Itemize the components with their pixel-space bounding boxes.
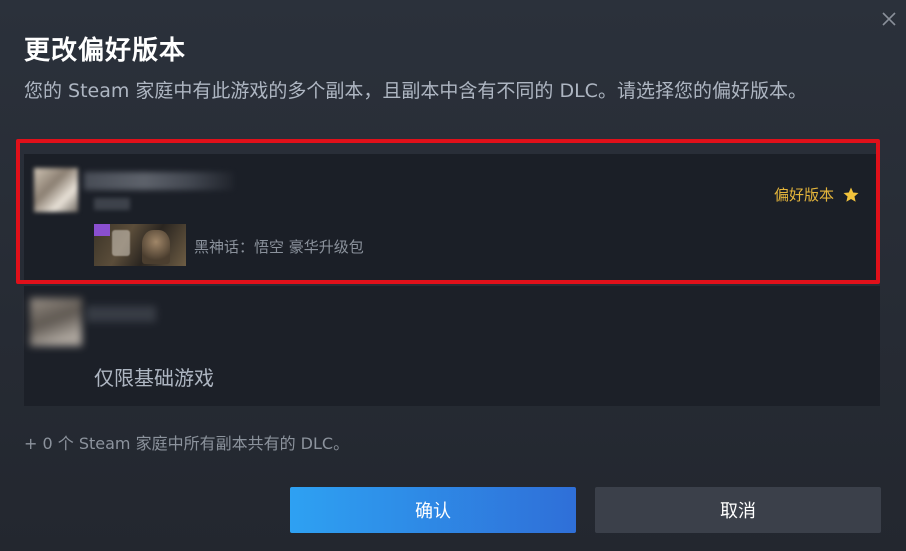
owner-name-redacted [84, 172, 234, 190]
dlc-name: 黑神话：悟空 豪华升级包 [194, 238, 364, 256]
change-preferred-version-dialog: 更改偏好版本 您的 Steam 家庭中有此游戏的多个副本，且副本中含有不同的 D… [0, 0, 906, 551]
preferred-version-label: 偏好版本 [773, 186, 834, 204]
preferred-version-badge: 偏好版本 [774, 184, 860, 205]
version-option-deluxe[interactable]: 偏好版本 黑神话：悟空 豪华升级包 [24, 154, 880, 282]
owner-avatar [34, 168, 78, 212]
owner-avatar [30, 298, 82, 346]
dlc-thumbnail [94, 224, 186, 266]
cancel-button[interactable]: 取消 [595, 487, 881, 533]
base-game-only-label: 仅限基础游戏 [94, 366, 214, 390]
owner-name-redacted [86, 306, 156, 322]
confirm-button[interactable]: 确认 [290, 487, 576, 533]
owner-subtext-redacted [94, 198, 130, 210]
star-icon [843, 187, 859, 202]
version-option-base[interactable]: 仅限基础游戏 [24, 286, 880, 406]
close-icon[interactable] [878, 8, 900, 30]
dialog-title: 更改偏好版本 [24, 36, 187, 66]
shared-dlc-note: + 0 个 Steam 家庭中所有副本共有的 DLC。 [24, 434, 350, 453]
dialog-description: 您的 Steam 家庭中有此游戏的多个副本，且副本中含有不同的 DLC。请选择您… [24, 80, 807, 102]
